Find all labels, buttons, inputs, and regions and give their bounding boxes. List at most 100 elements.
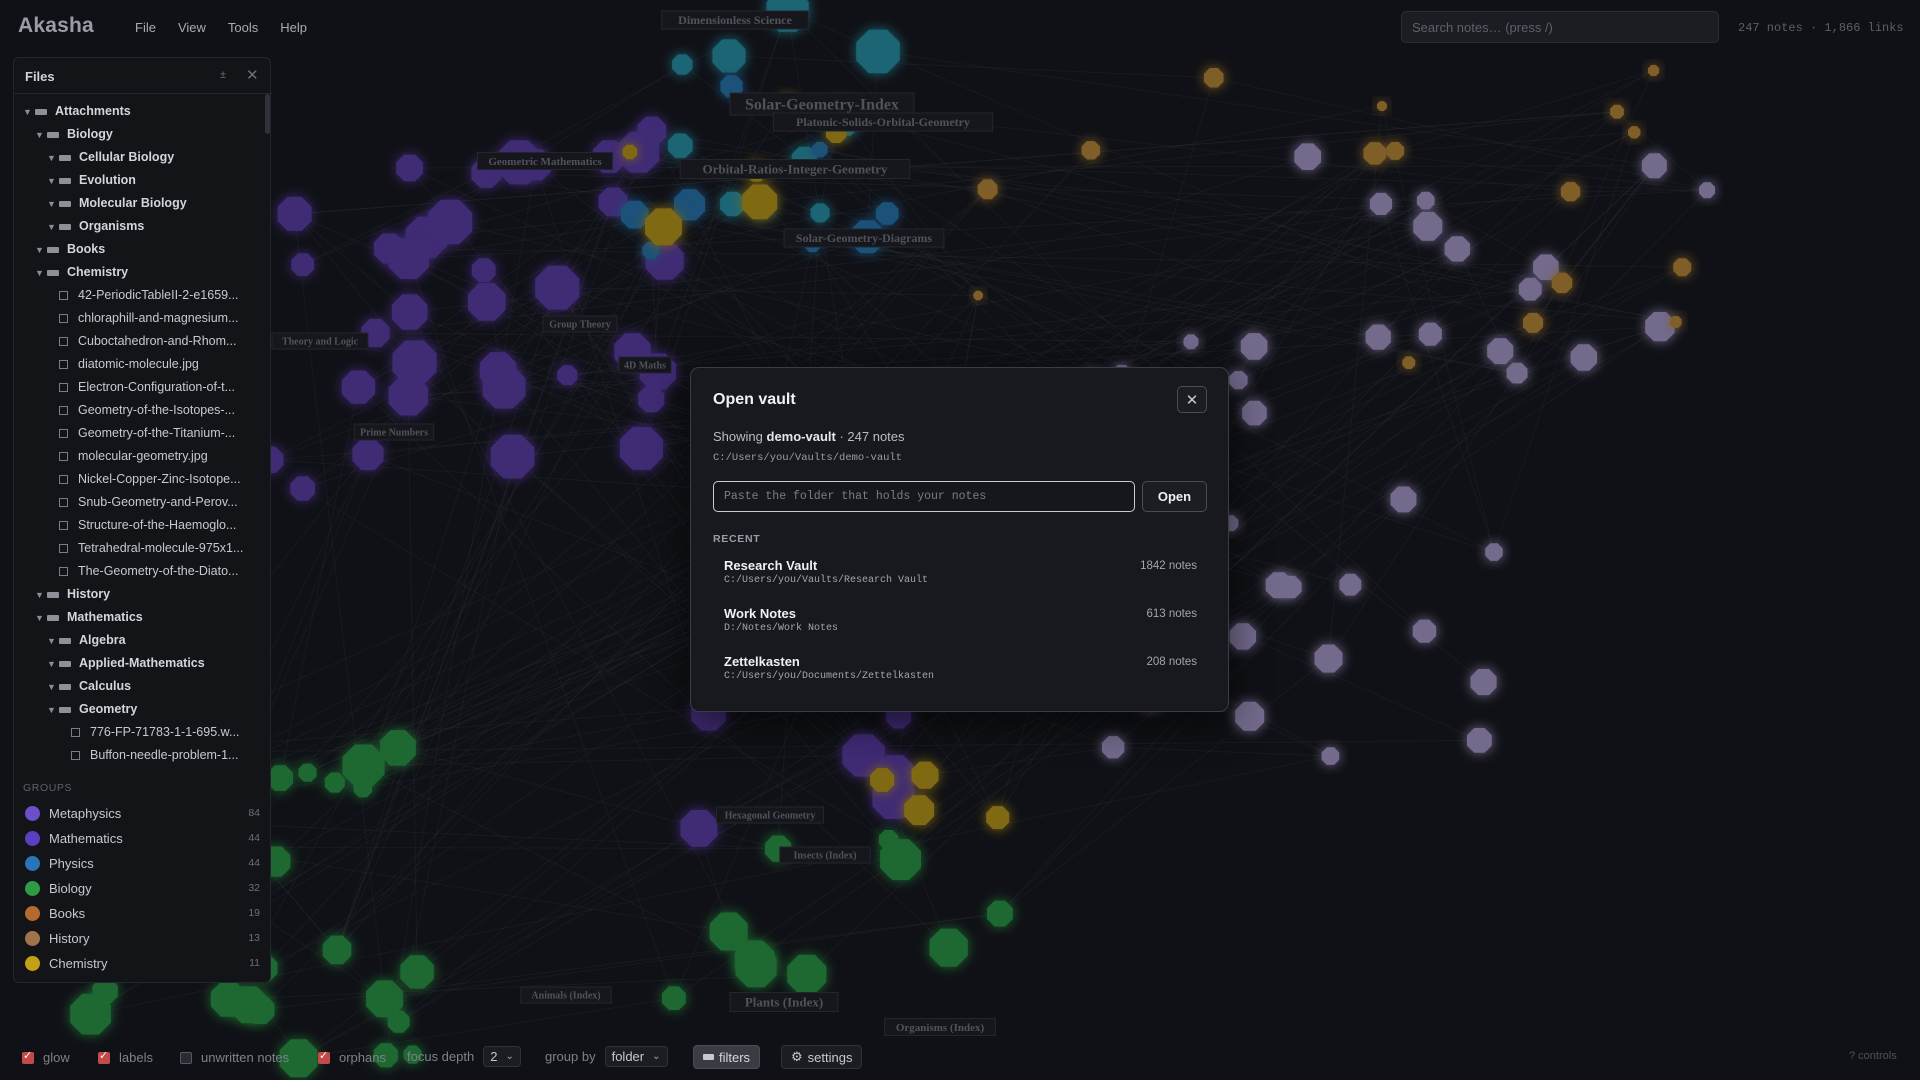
graph-node[interactable] <box>1570 344 1597 371</box>
graph-node[interactable] <box>1339 573 1362 596</box>
group-item[interactable]: Mathematics 44 <box>14 826 272 851</box>
graph-node[interactable] <box>1369 192 1392 215</box>
graph-node[interactable] <box>396 154 423 182</box>
recent-vault-item[interactable]: Research Vault C:/Users/you/Vaults/Resea… <box>713 554 1208 596</box>
graph-node[interactable] <box>230 986 268 1024</box>
controls-hint[interactable]: ? controls <box>1849 1050 1897 1062</box>
close-icon[interactable]: ✕ <box>246 66 259 84</box>
graph-node[interactable] <box>1610 104 1624 119</box>
collapse-all-icon[interactable]: ± <box>220 69 226 81</box>
menu-tools[interactable]: Tools <box>217 20 269 35</box>
tree-folder[interactable]: ▼ Books <box>14 238 272 261</box>
labels-toggle[interactable]: labels <box>98 1049 153 1065</box>
tree-folder[interactable]: ▼ Geometry <box>14 698 272 721</box>
focus-depth-select[interactable]: 2 ⌄ <box>483 1046 521 1067</box>
chevron-down-icon[interactable]: ▼ <box>47 170 59 192</box>
graph-node[interactable] <box>973 290 983 301</box>
chevron-down-icon[interactable]: ▼ <box>35 607 47 629</box>
orphans-checkbox[interactable] <box>318 1049 330 1064</box>
group-item[interactable]: History 13 <box>14 926 272 951</box>
close-icon[interactable]: ✕ <box>1177 386 1207 413</box>
graph-node[interactable] <box>490 434 535 479</box>
graph-node[interactable] <box>1487 338 1514 365</box>
graph-node[interactable] <box>645 208 682 246</box>
graph-node[interactable] <box>291 253 314 276</box>
tree-folder[interactable]: ▼ Calculus <box>14 675 272 698</box>
graph-node[interactable] <box>1673 258 1692 277</box>
graph-node[interactable] <box>929 928 968 967</box>
graph-node[interactable] <box>290 476 315 501</box>
unwritten-notes-toggle[interactable]: unwritten notes <box>180 1050 289 1065</box>
graph-node[interactable] <box>1377 101 1387 111</box>
graph-node[interactable] <box>674 189 705 221</box>
glow-checkbox[interactable] <box>22 1049 34 1064</box>
chevron-down-icon[interactable]: ▼ <box>47 193 59 215</box>
orphans-toggle[interactable]: orphans <box>318 1049 386 1065</box>
tree-file[interactable]: Geometry-of-the-Titanium-... <box>14 422 272 445</box>
group-item[interactable]: Biology 32 <box>14 876 272 901</box>
graph-node[interactable] <box>380 730 416 766</box>
tree-folder[interactable]: ▼ Mathematics <box>14 606 272 629</box>
graph-node[interactable] <box>1699 182 1715 199</box>
chevron-down-icon[interactable]: ▼ <box>35 239 47 261</box>
graph-node[interactable] <box>1523 312 1544 333</box>
group-color-swatch[interactable] <box>25 906 40 921</box>
group-item[interactable]: Chemistry 11 <box>14 951 272 976</box>
graph-node[interactable] <box>1560 182 1581 202</box>
labels-checkbox[interactable] <box>98 1049 110 1064</box>
open-button[interactable]: Open <box>1142 481 1207 512</box>
tree-file[interactable]: Geometry-of-the-Isotopes-... <box>14 399 272 422</box>
tree-folder[interactable]: ▼ Attachments <box>14 100 272 123</box>
graph-node[interactable] <box>1518 277 1542 301</box>
menu-view[interactable]: View <box>167 20 217 35</box>
graph-node[interactable] <box>298 763 317 782</box>
graph-node[interactable] <box>742 184 778 220</box>
graph-node[interactable] <box>1365 324 1391 350</box>
group-color-swatch[interactable] <box>25 856 40 871</box>
chevron-down-icon[interactable]: ▼ <box>47 699 59 721</box>
graph-node[interactable] <box>810 203 830 223</box>
graph-node[interactable] <box>1229 371 1248 390</box>
chevron-down-icon[interactable]: ▼ <box>47 630 59 652</box>
graph-node[interactable] <box>1294 143 1321 170</box>
tree-folder[interactable]: ▼ Chemistry <box>14 261 272 284</box>
recent-vault-item[interactable]: Zettelkasten C:/Users/you/Documents/Zett… <box>713 650 1208 692</box>
chevron-down-icon[interactable]: ▼ <box>23 101 35 123</box>
graph-node[interactable] <box>668 133 693 158</box>
tree-folder[interactable]: ▼ Organisms <box>14 215 272 238</box>
graph-node[interactable] <box>709 912 748 951</box>
graph-node[interactable] <box>662 986 686 1010</box>
vault-path-input[interactable] <box>713 481 1135 512</box>
tree-folder[interactable]: ▼ Molecular Biology <box>14 192 272 215</box>
graph-node[interactable] <box>1321 747 1340 765</box>
graph-node[interactable] <box>1102 736 1125 759</box>
chevron-down-icon[interactable]: ▼ <box>47 676 59 698</box>
menu-help[interactable]: Help <box>269 20 318 35</box>
tree-file[interactable]: diatomic-molecule.jpg <box>14 353 272 376</box>
tree-folder[interactable]: ▼ Applied-Mathematics <box>14 652 272 675</box>
chevron-down-icon[interactable]: ▼ <box>47 216 59 238</box>
graph-node[interactable] <box>812 141 828 158</box>
graph-node[interactable] <box>1081 141 1100 160</box>
graph-node[interactable] <box>986 806 1010 830</box>
graph-node[interactable] <box>353 779 373 798</box>
graph-node[interactable] <box>1204 68 1224 88</box>
chevron-down-icon[interactable]: ▼ <box>35 124 47 146</box>
graph-node[interactable] <box>1390 486 1417 513</box>
chevron-down-icon[interactable]: ▼ <box>35 262 47 284</box>
tree-file[interactable]: Electron-Configuration-of-t... <box>14 376 272 399</box>
graph-node[interactable] <box>977 179 998 200</box>
graph-node[interactable] <box>622 144 638 160</box>
tree-file[interactable]: molecular-geometry.jpg <box>14 445 272 468</box>
graph-node[interactable] <box>322 935 352 965</box>
group-color-swatch[interactable] <box>25 881 40 896</box>
search-input[interactable] <box>1401 11 1719 43</box>
file-tree-scrollbar[interactable] <box>265 94 270 134</box>
graph-node[interactable] <box>672 54 693 75</box>
graph-node[interactable] <box>387 1010 410 1033</box>
graph-node[interactable] <box>1485 543 1503 561</box>
graph-node[interactable] <box>875 202 899 225</box>
graph-node[interactable] <box>1235 701 1265 731</box>
graph-node[interactable] <box>1386 142 1405 160</box>
graph-node[interactable] <box>720 191 745 217</box>
